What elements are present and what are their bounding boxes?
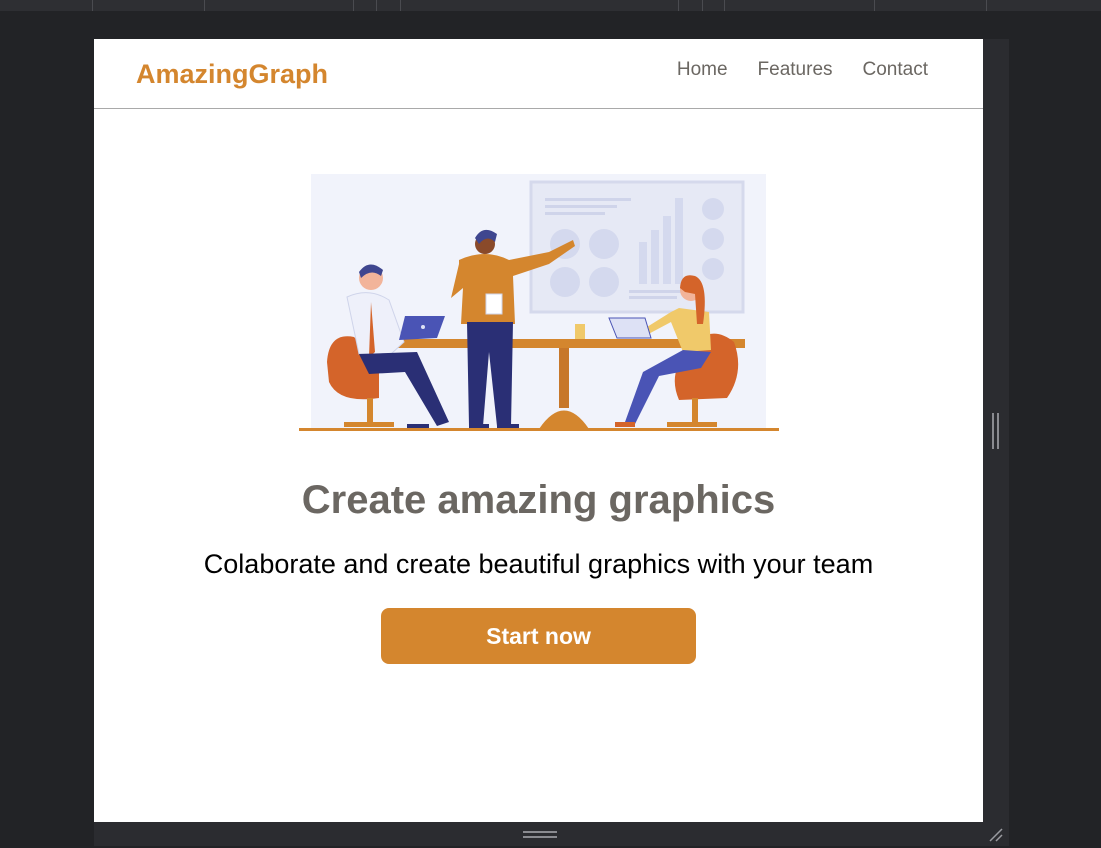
nav-links: Home Features Contact <box>677 59 928 81</box>
nav-link-contact[interactable]: Contact <box>863 59 928 81</box>
tab-divider <box>874 0 875 11</box>
team-meeting-illustration <box>299 174 779 431</box>
start-now-button[interactable]: Start now <box>381 608 696 664</box>
tab-divider <box>702 0 703 11</box>
tab-divider <box>986 0 987 11</box>
nav-link-features[interactable]: Features <box>758 59 833 81</box>
hero-title: Create amazing graphics <box>301 478 776 522</box>
tab-divider <box>724 0 725 11</box>
tab-divider <box>678 0 679 11</box>
tab-divider <box>204 0 205 11</box>
resize-grip-icon[interactable] <box>988 827 1004 843</box>
brand-logo[interactable]: AmazingGraph <box>136 59 328 90</box>
preview-frame: AmazingGraph Home Features Contact Creat… <box>94 39 983 822</box>
tab-divider <box>400 0 401 11</box>
vertical-resize-handle[interactable] <box>992 413 1000 449</box>
floor-line <box>299 428 779 431</box>
hero-subtitle: Colaborate and create beautiful graphics… <box>203 549 874 579</box>
tab-divider <box>92 0 93 11</box>
tab-divider <box>353 0 354 11</box>
browser-top-strip <box>0 0 1101 11</box>
horizontal-resize-handle[interactable] <box>523 831 557 839</box>
tab-divider <box>376 0 377 11</box>
nav-link-home[interactable]: Home <box>677 59 728 81</box>
navbar: AmazingGraph Home Features Contact <box>94 39 983 109</box>
